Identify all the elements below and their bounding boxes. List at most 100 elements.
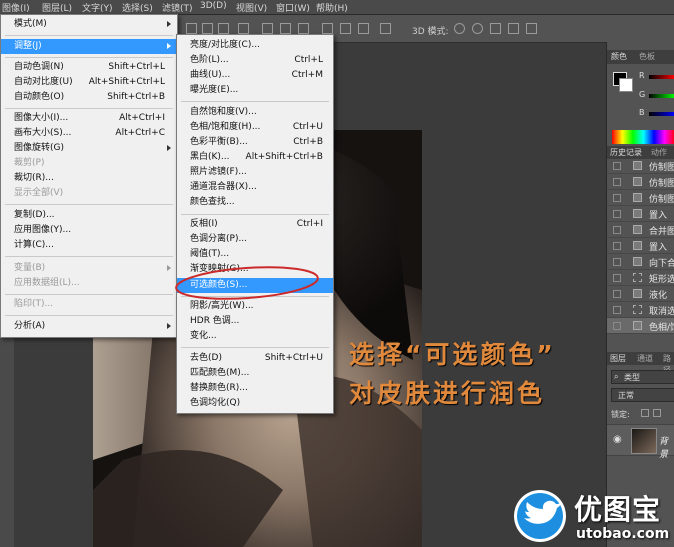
menu-item-duplicate[interactable]: 复制(D)... [1,208,177,223]
distribute-top-icon[interactable] [262,23,273,34]
menu-item-image-rotation[interactable]: 图像旋转(G) [1,141,177,156]
menu-item-mode[interactable]: 模式(M) [1,17,177,32]
menu-layer[interactable]: 图层(L) [42,1,72,14]
align-bottom-icon[interactable] [218,23,229,34]
menu-item-black-white[interactable]: 黑白(K)... Alt+Shift+Ctrl+B [177,150,333,165]
distribute-center-icon[interactable] [340,23,351,34]
menu-item-color-balance[interactable]: 色彩平衡(B)... Ctrl+B [177,135,333,150]
menu-select[interactable]: 选择(S) [122,1,153,14]
menu-view[interactable]: 视图(V) [236,1,267,14]
align-left-icon[interactable] [238,23,249,34]
history-source-icon[interactable] [613,194,621,202]
menu-item-hue-saturation[interactable]: 色相/饱和度(H)... Ctrl+U [177,120,333,135]
menu-item-threshold[interactable]: 阈值(T)... [177,247,333,262]
menu-item-channel-mixer[interactable]: 通道混合器(X)... [177,180,333,195]
history-source-icon[interactable] [613,306,621,314]
tab-layers[interactable]: 图层 [610,353,626,365]
menu-item-photo-filter[interactable]: 照片滤镜(F)... [177,165,333,180]
color-spectrum-bar[interactable] [612,130,674,144]
distribute-middle-icon[interactable] [280,23,291,34]
menu-item-auto-tone[interactable]: 自动色调(N) Shift+Ctrl+L [1,60,177,75]
lock-transparent-icon[interactable] [641,409,649,417]
menu-item-curves[interactable]: 曲线(U)... Ctrl+M [177,68,333,83]
align-top-icon[interactable] [186,23,197,34]
menu-item-equalize[interactable]: 色调均化(Q) [177,396,333,411]
history-item[interactable]: 仿制图 [607,158,674,174]
history-item[interactable]: 向下合 [607,254,674,270]
menu-item-apply-image[interactable]: 应用图像(Y)... [1,223,177,238]
menu-image[interactable]: 图像(I) [2,1,30,14]
3d-drag-icon[interactable] [490,23,501,34]
history-item-current[interactable]: 色相/饱 [607,318,674,334]
distribute-bottom-icon[interactable] [298,23,309,34]
channel-b-slider[interactable] [649,112,674,116]
history-item[interactable]: 取消选 [607,302,674,318]
history-item[interactable]: 合并图 [607,222,674,238]
history-source-icon[interactable] [613,162,621,170]
menu-item-calculations[interactable]: 计算(C)... [1,238,177,253]
menu-type[interactable]: 文字(Y) [82,1,113,14]
history-item[interactable]: 仿制图 [607,190,674,206]
menu-item-variations[interactable]: 变化... [177,329,333,344]
align-middle-icon[interactable] [202,23,213,34]
channel-r-slider[interactable] [649,75,674,79]
history-source-icon[interactable] [613,322,621,330]
history-source-icon[interactable] [613,258,621,266]
history-source-icon[interactable] [613,210,621,218]
history-item[interactable]: 仿制图 [607,174,674,190]
item-label: 变量(B) [14,263,46,273]
history-source-icon[interactable] [613,242,621,250]
menu-item-color-lookup[interactable]: 颜色查找... [177,195,333,210]
lock-label: 锁定: [611,410,630,419]
channel-g-slider[interactable] [649,94,674,98]
menu-item-match-color[interactable]: 匹配颜色(M)... [177,366,333,381]
menu-3d[interactable]: 3D(D) [200,1,227,11]
menu-item-invert[interactable]: 反相(I) Ctrl+I [177,217,333,232]
menu-item-exposure[interactable]: 曝光度(E)... [177,83,333,98]
layer-filter-select[interactable]: ⌕ 类型 [611,370,674,384]
tab-paths[interactable]: 路径 [663,353,674,375]
background-color-swatch[interactable] [619,78,633,92]
item-label: 显示全部(V) [14,188,64,198]
menu-item-desaturate[interactable]: 去色(D) Shift+Ctrl+U [177,351,333,366]
3d-roll-icon[interactable] [472,23,483,34]
menu-item-auto-contrast[interactable]: 自动对比度(U) Alt+Shift+Ctrl+L [1,75,177,90]
menu-filter[interactable]: 滤镜(T) [162,1,193,14]
history-item-label: 取消选 [649,307,674,317]
menu-item-posterize[interactable]: 色调分离(P)... [177,232,333,247]
3d-scale-icon[interactable] [526,23,537,34]
menu-item-analysis[interactable]: 分析(A) [1,319,177,334]
menu-item-canvas-size[interactable]: 画布大小(S)... Alt+Ctrl+C [1,126,177,141]
menu-item-vibrance[interactable]: 自然饱和度(V)... [177,105,333,120]
history-source-icon[interactable] [613,178,621,186]
menu-item-hdr-toning[interactable]: HDR 色调... [177,314,333,329]
blend-mode-select[interactable]: 正常 [611,388,674,402]
lock-position-icon[interactable] [653,409,661,417]
menu-item-levels[interactable]: 色阶(L)... Ctrl+L [177,53,333,68]
menu-item-auto-color[interactable]: 自动颜色(O) Shift+Ctrl+B [1,90,177,105]
tab-color[interactable]: 颜色 [611,51,627,63]
menu-item-brightness-contrast[interactable]: 亮度/对比度(C)... [177,38,333,53]
menu-window[interactable]: 窗口(W) [276,1,310,14]
tab-swatches[interactable]: 色板 [639,51,655,63]
tab-channels[interactable]: 通道 [637,353,653,365]
history-item[interactable]: 液化 [607,286,674,302]
menu-item-replace-color[interactable]: 替换颜色(R)... [177,381,333,396]
menu-item-adjustments[interactable]: 调整(J) [1,39,177,54]
distribute-left-icon[interactable] [322,23,333,34]
history-item[interactable]: 置入 [607,206,674,222]
history-item[interactable]: 置入 [607,238,674,254]
history-source-icon[interactable] [613,226,621,234]
eye-icon[interactable]: ◉ [613,434,622,445]
history-item[interactable]: 矩形选 [607,270,674,286]
history-source-icon[interactable] [613,290,621,298]
menu-item-trim[interactable]: 裁切(R)... [1,171,177,186]
distribute-right-icon[interactable] [358,23,369,34]
layer-row-background[interactable]: ◉ 背景 [607,424,674,460]
menu-help[interactable]: 帮助(H) [316,1,348,14]
auto-align-icon[interactable] [380,23,391,34]
history-source-icon[interactable] [613,274,621,282]
3d-rotate-icon[interactable] [454,23,465,34]
menu-item-image-size[interactable]: 图像大小(I)... Alt+Ctrl+I [1,111,177,126]
3d-slide-icon[interactable] [508,23,519,34]
